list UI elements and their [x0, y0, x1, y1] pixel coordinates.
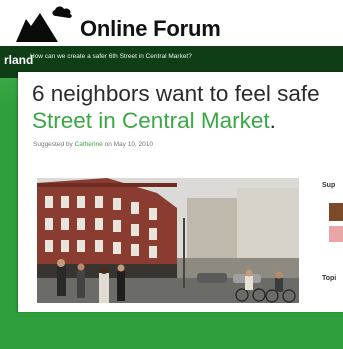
forum-header: Online Forum: [0, 0, 343, 46]
supporter-avatar-placeholder[interactable]: [329, 226, 343, 242]
page: Online Forum rland How can we create a s…: [0, 0, 343, 349]
suggested-date: on May 10, 2010: [104, 141, 154, 148]
suggested-prefix: Suggested by: [33, 141, 73, 148]
mountain-cloud-logo-icon: [16, 6, 72, 42]
question-text[interactable]: How can we create a safer 6th Street in …: [30, 53, 192, 60]
street-photo-illustration: [37, 178, 299, 303]
suggested-by-line: Suggested by Catherine on May 10, 2010: [33, 141, 153, 148]
site-logo-text[interactable]: rland: [4, 53, 33, 67]
page-headline: 6 neighbors want to feel safe Street in …: [32, 80, 320, 134]
street-photo: [37, 178, 299, 303]
headline-line-2: Street in Central Market: [32, 108, 270, 133]
suggested-author-link[interactable]: Catherine: [75, 141, 103, 148]
forum-title: Online Forum: [80, 16, 221, 41]
sidebar-supporters-label: Sup: [322, 182, 336, 189]
headline-line-1: 6 neighbors want to feel safe: [32, 81, 320, 106]
sidebar-topics-label: Topi: [322, 275, 337, 282]
supporter-avatar[interactable]: [329, 203, 343, 221]
headline-period: .: [269, 108, 276, 133]
